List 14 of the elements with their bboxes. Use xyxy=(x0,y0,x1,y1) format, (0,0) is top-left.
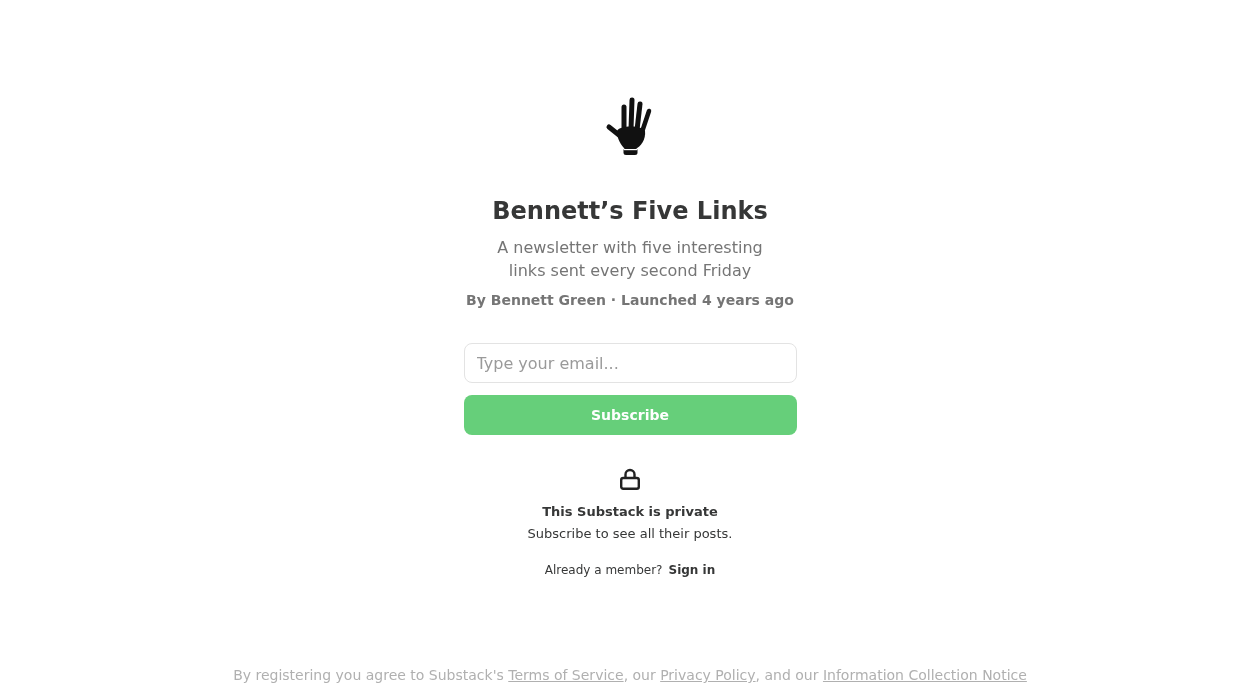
footer-link[interactable]: Terms of Service xyxy=(508,667,624,683)
lock-icon xyxy=(620,468,640,490)
private-heading: This Substack is private xyxy=(542,503,718,521)
publication-title: Bennett’s Five Links xyxy=(492,196,768,226)
footer-link[interactable]: Privacy Policy xyxy=(660,667,756,683)
publication-byline: By Bennett Green · Launched 4 years ago xyxy=(466,291,794,310)
private-text: Subscribe to see all their posts. xyxy=(527,525,733,543)
terms-notice: By registering you agree to Substack's Terms of Service, our Privacy Policy, and our Information Collection Notice xyxy=(233,666,1027,685)
sign-in-link[interactable]: Sign in xyxy=(668,562,716,578)
email-input[interactable]: Type your email... xyxy=(463,343,797,383)
footer-link[interactable]: Information Collection Notice xyxy=(822,667,1027,683)
publication-description: A newsletter with five interesting links sent every second Friday xyxy=(497,237,763,282)
member-prompt: Already a member? xyxy=(544,562,663,578)
subscribe-button[interactable]: Subscribe xyxy=(463,395,797,435)
